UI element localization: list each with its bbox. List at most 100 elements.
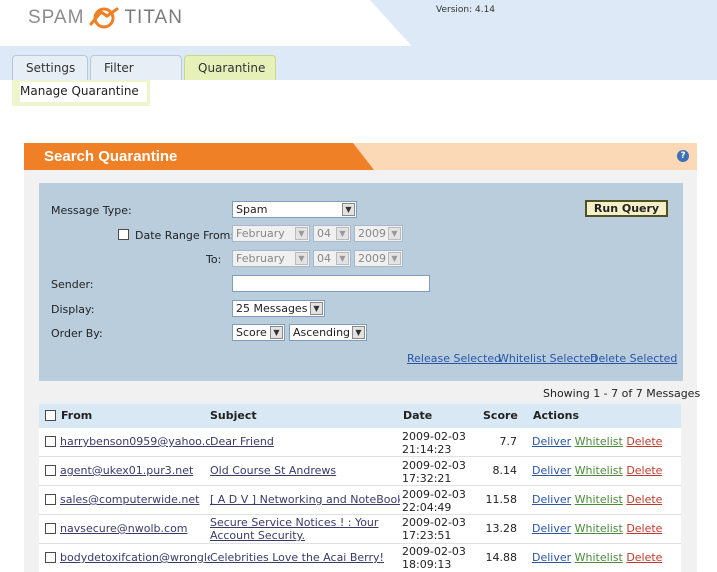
chevron-down-icon: ▼ <box>336 227 349 240</box>
release-selected-link[interactable]: Release Selected <box>407 352 501 365</box>
run-query-button[interactable]: Run Query <box>585 200 668 217</box>
to-label: To: <box>206 253 222 266</box>
table-row: sales@computerwide.net [ A D V ] Network… <box>39 486 681 515</box>
message-type-select[interactable]: Spam ▼ <box>232 201 357 218</box>
panel-title-tab: Search Quarantine <box>24 143 374 170</box>
tab-quarantine[interactable]: Quarantine <box>184 55 276 80</box>
row-from[interactable]: sales@computerwide.net <box>60 493 210 506</box>
whitelist-link[interactable]: Whitelist <box>575 522 623 535</box>
column-header-from[interactable]: From <box>61 409 92 422</box>
order-field-select[interactable]: Score ▼ <box>232 324 285 341</box>
row-from[interactable]: agent@ukex01.pur3.net <box>60 464 210 477</box>
chevron-down-icon: ▼ <box>388 252 401 265</box>
date-range-checkbox[interactable] <box>118 229 129 240</box>
chevron-down-icon: ▼ <box>295 252 308 265</box>
row-checkbox[interactable] <box>45 552 56 563</box>
deliver-link[interactable]: Deliver <box>532 551 571 564</box>
table-header <box>39 404 681 428</box>
select-all-checkbox[interactable] <box>45 410 56 421</box>
order-direction-select[interactable]: Ascending ▼ <box>289 324 367 341</box>
row-checkbox[interactable] <box>45 436 56 447</box>
whitelist-link[interactable]: Whitelist <box>575 551 623 564</box>
chevron-down-icon: ▼ <box>336 252 349 265</box>
row-score: 13.28 <box>485 522 518 535</box>
column-header-date[interactable]: Date <box>403 409 432 422</box>
row-score: 14.88 <box>485 551 518 564</box>
chevron-down-icon: ▼ <box>310 302 323 315</box>
deliver-link[interactable]: Deliver <box>532 522 571 535</box>
row-actions: Deliver Whitelist Delete <box>532 551 662 564</box>
row-score: 7.7 <box>499 435 518 448</box>
whitelist-selected-link[interactable]: Whitelist Selected <box>498 352 597 365</box>
row-subject[interactable]: Secure Service Notices ! : Your Account … <box>210 516 400 542</box>
display-select[interactable]: 25 Messages ▼ <box>232 300 325 317</box>
whitelist-link[interactable]: Whitelist <box>575 435 623 448</box>
message-type-label: Message Type: <box>51 204 132 217</box>
column-header-score[interactable]: Score <box>483 409 518 422</box>
row-date: 2009-02-03 21:14:23 <box>402 430 466 456</box>
sender-input[interactable] <box>232 275 430 292</box>
delete-link[interactable]: Delete <box>626 493 662 506</box>
spamtitan-logo: SPAM TITAN <box>28 7 183 29</box>
header-accent <box>370 0 717 46</box>
display-label: Display: <box>51 303 95 316</box>
row-date: 2009-02-03 17:23:51 <box>402 516 466 542</box>
deliver-link[interactable]: Deliver <box>532 464 571 477</box>
row-date: 2009-02-03 18:09:13 <box>402 545 466 571</box>
column-header-subject[interactable]: Subject <box>210 409 257 422</box>
from-day-select[interactable]: 04 ▼ <box>313 225 351 242</box>
table-row: agent@ukex01.pur3.net Old Course St Andr… <box>39 457 681 486</box>
row-date: 2009-02-03 17:32:21 <box>402 459 466 485</box>
row-score: 11.58 <box>485 493 518 506</box>
chevron-down-icon: ▼ <box>388 227 401 240</box>
version-label: Version: 4.14 <box>436 5 496 15</box>
row-checkbox[interactable] <box>45 465 56 476</box>
delete-link[interactable]: Delete <box>626 551 662 564</box>
deliver-link[interactable]: Deliver <box>532 493 571 506</box>
row-checkbox[interactable] <box>45 523 56 534</box>
row-actions: Deliver Whitelist Delete <box>532 493 662 506</box>
help-icon[interactable]: ? <box>677 150 689 162</box>
table-row: bodydetoxifcation@wrongless Celebrities … <box>39 544 681 572</box>
panel-title: Search Quarantine <box>44 148 178 165</box>
row-actions: Deliver Whitelist Delete <box>532 464 662 477</box>
to-year-select[interactable]: 2009 ▼ <box>354 250 403 267</box>
row-date: 2009-02-03 22:04:49 <box>402 488 466 514</box>
row-subject[interactable]: Celebrities Love the Acai Berry! <box>210 551 400 564</box>
tab-filter-rules[interactable]: Filter Rules <box>90 55 182 100</box>
delete-selected-link[interactable]: Delete Selected <box>590 352 677 365</box>
from-year-select[interactable]: 2009 ▼ <box>354 225 403 242</box>
date-range-from-label: Date Range From: <box>135 229 235 242</box>
table-row: harrybenson0959@yahoo.com Dear Friend 20… <box>39 428 681 457</box>
row-from[interactable]: navsecure@nwolb.com <box>60 522 210 535</box>
row-from[interactable]: bodydetoxifcation@wrongless <box>60 551 210 564</box>
chevron-down-icon: ▼ <box>352 326 365 339</box>
whitelist-link[interactable]: Whitelist <box>575 464 623 477</box>
chevron-down-icon: ▼ <box>270 326 283 339</box>
deliver-link[interactable]: Deliver <box>532 435 571 448</box>
sender-label: Sender: <box>51 278 94 291</box>
from-month-select[interactable]: February ▼ <box>232 225 310 242</box>
tab-settings[interactable]: Settings <box>12 55 88 80</box>
row-subject[interactable]: [ A D V ] Networking and NoteBooks... <box>210 493 400 506</box>
delete-link[interactable]: Delete <box>626 522 662 535</box>
row-actions: Deliver Whitelist Delete <box>532 435 662 448</box>
whitelist-link[interactable]: Whitelist <box>575 493 623 506</box>
row-from[interactable]: harrybenson0959@yahoo.com <box>60 435 210 448</box>
row-subject[interactable]: Dear Friend <box>210 435 400 448</box>
row-score: 8.14 <box>492 464 518 477</box>
row-actions: Deliver Whitelist Delete <box>532 522 662 535</box>
delete-link[interactable]: Delete <box>626 435 662 448</box>
delete-link[interactable]: Delete <box>626 464 662 477</box>
table-row: navsecure@nwolb.com Secure Service Notic… <box>39 515 681 544</box>
column-header-actions: Actions <box>533 409 579 422</box>
row-subject[interactable]: Old Course St Andrews <box>210 464 400 477</box>
to-month-select[interactable]: February ▼ <box>232 250 310 267</box>
to-day-select[interactable]: 04 ▼ <box>313 250 351 267</box>
chevron-down-icon: ▼ <box>342 203 355 216</box>
results-count: Showing 1 - 7 of 7 Messages <box>543 387 701 400</box>
row-checkbox[interactable] <box>45 494 56 505</box>
chevron-down-icon: ▼ <box>295 227 308 240</box>
subtab-manage-quarantine[interactable]: Manage Quarantine <box>20 82 147 102</box>
order-by-label: Order By: <box>51 327 103 340</box>
